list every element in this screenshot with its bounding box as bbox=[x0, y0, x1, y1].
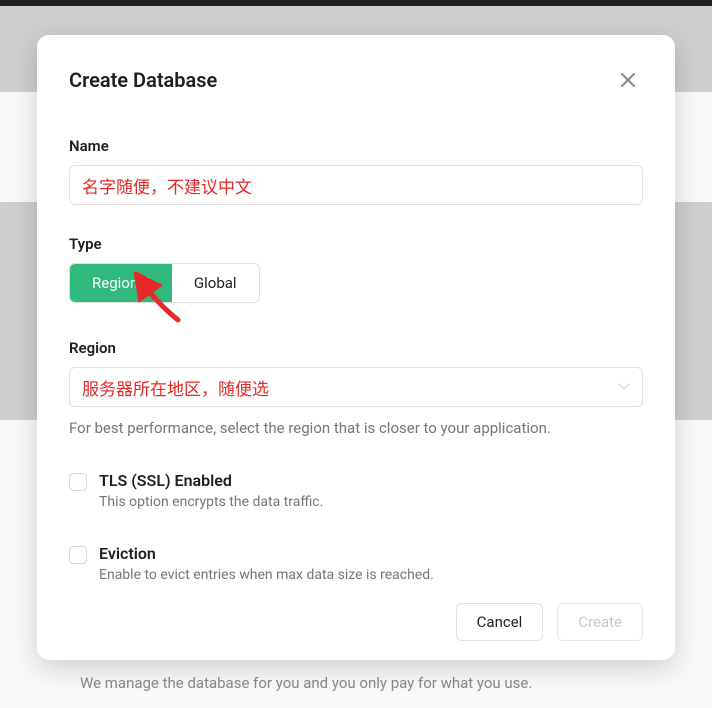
cancel-button[interactable]: Cancel bbox=[456, 603, 544, 641]
create-database-modal: Create Database Name Type Regional Globa… bbox=[37, 35, 675, 660]
region-select[interactable]: 服务器所在地区，随便选 bbox=[69, 367, 643, 407]
name-group: Name bbox=[69, 137, 643, 205]
region-select-value: 服务器所在地区，随便选 bbox=[82, 375, 269, 400]
close-icon bbox=[620, 72, 636, 88]
eviction-row: Eviction Enable to evict entries when ma… bbox=[69, 544, 643, 583]
eviction-title: Eviction bbox=[99, 544, 434, 563]
region-hint: For best performance, select the region … bbox=[69, 419, 643, 437]
chevron-down-icon bbox=[618, 383, 630, 391]
type-group: Type Regional Global bbox=[69, 235, 643, 303]
tls-subtitle: This option encrypts the data traffic. bbox=[99, 494, 323, 510]
eviction-text: Eviction Enable to evict entries when ma… bbox=[99, 544, 434, 583]
create-button[interactable]: Create bbox=[557, 603, 643, 641]
name-input[interactable] bbox=[69, 165, 643, 205]
modal-title: Create Database bbox=[69, 68, 217, 92]
type-regional-button[interactable]: Regional bbox=[70, 264, 172, 302]
region-group: Region 服务器所在地区，随便选 For best performance,… bbox=[69, 339, 643, 437]
type-label: Type bbox=[69, 235, 643, 253]
tls-checkbox[interactable] bbox=[69, 473, 87, 491]
tls-text: TLS (SSL) Enabled This option encrypts t… bbox=[99, 471, 323, 510]
modal-header: Create Database bbox=[69, 65, 643, 95]
name-label: Name bbox=[69, 137, 643, 155]
tls-row: TLS (SSL) Enabled This option encrypts t… bbox=[69, 471, 643, 510]
modal-footer: Cancel Create bbox=[69, 583, 643, 641]
tls-title: TLS (SSL) Enabled bbox=[99, 471, 323, 490]
close-button[interactable] bbox=[613, 65, 643, 95]
type-global-button[interactable]: Global bbox=[172, 264, 259, 302]
type-segmented-control: Regional Global bbox=[69, 263, 260, 303]
eviction-subtitle: Enable to evict entries when max data si… bbox=[99, 567, 434, 583]
region-label: Region bbox=[69, 339, 643, 357]
eviction-checkbox[interactable] bbox=[69, 546, 87, 564]
